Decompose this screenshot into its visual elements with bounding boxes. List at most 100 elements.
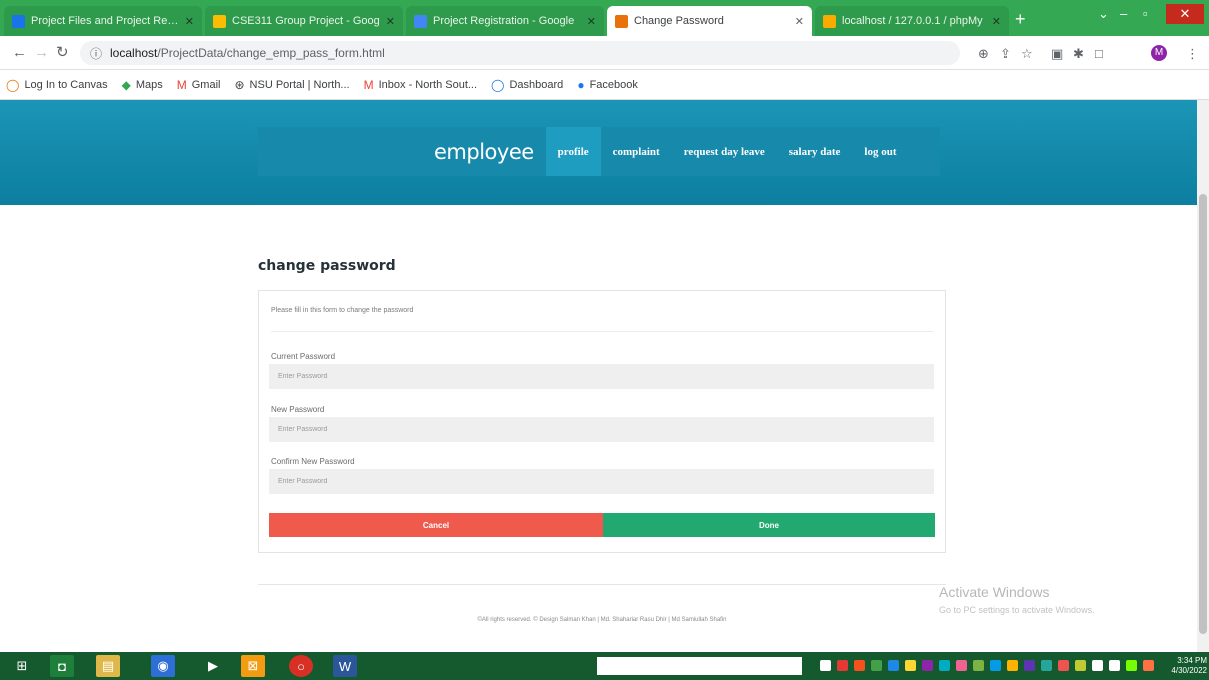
new-tab-button[interactable]: + (1015, 9, 1026, 29)
opera-app-icon[interactable]: ○ (289, 655, 313, 677)
browser-toolbar: ← → ↻ ⓘ localhost/ProjectData/change_emp… (0, 36, 1209, 70)
media-player-icon[interactable]: ▶ (201, 655, 225, 677)
word-app-icon[interactable]: W (333, 655, 357, 677)
xampp-app-icon[interactable]: ⊠ (241, 655, 265, 677)
browser-tab-project-registration[interactable]: Project Registration - Google ✕ (406, 6, 604, 36)
bookmark-label: Gmail (191, 78, 221, 91)
nav-log-out[interactable]: log out (852, 127, 908, 176)
tab-title: Project Files and Project Repo (31, 15, 179, 27)
nav-salary-date[interactable]: salary date (777, 127, 853, 176)
site-info-icon[interactable]: ⓘ (90, 45, 102, 62)
tray-icon[interactable] (1007, 660, 1018, 671)
taskbar-search-box[interactable] (597, 657, 802, 675)
back-icon[interactable]: ← (12, 45, 27, 61)
bookmark-label: Facebook (589, 78, 638, 91)
close-icon[interactable]: ✕ (795, 15, 804, 28)
bookmark-label: Maps (135, 78, 163, 91)
browser-tab-project-files[interactable]: Project Files and Project Repo ✕ (4, 6, 202, 36)
bookmark-canvas[interactable]: ◯ Log In to Canvas (6, 78, 108, 92)
nav-request-day-leave[interactable]: request day leave (672, 127, 777, 176)
profile-avatar[interactable]: M (1151, 45, 1167, 61)
tray-icon[interactable] (837, 660, 848, 671)
close-icon[interactable]: ✕ (587, 15, 596, 28)
window-close-button[interactable]: ✕ (1166, 4, 1204, 24)
tray-icon[interactable] (1075, 660, 1086, 671)
notification-icon[interactable] (1143, 660, 1154, 671)
sidebar-icon[interactable]: □ (1095, 46, 1103, 61)
change-password-form: Please fill in this form to change the p… (258, 290, 946, 553)
tray-icon[interactable] (888, 660, 899, 671)
tray-icon[interactable] (956, 660, 967, 671)
wifi-icon[interactable] (1092, 660, 1103, 671)
gmail-icon: M (176, 77, 187, 92)
file-explorer-icon[interactable]: ▤ (96, 655, 120, 677)
forward-icon[interactable]: → (34, 45, 49, 61)
cancel-button[interactable]: Cancel (269, 513, 603, 537)
share-icon[interactable]: ⇪ (1000, 46, 1011, 62)
forms-favicon-icon (414, 14, 427, 28)
tray-icon[interactable] (973, 660, 984, 671)
bookmark-facebook[interactable]: ● Facebook (577, 78, 638, 92)
volume-icon[interactable] (1109, 660, 1120, 671)
address-bar[interactable]: ⓘ localhost/ProjectData/change_emp_pass_… (80, 41, 960, 65)
minimize-icon[interactable]: – (1120, 6, 1127, 21)
bookmark-label: Inbox - North Sout... (378, 78, 478, 91)
scrollbar-thumb[interactable] (1199, 194, 1207, 634)
current-password-input[interactable] (269, 364, 934, 389)
circle-icon: ◯ (6, 77, 20, 92)
start-windows-icon[interactable]: ⊞ (10, 655, 34, 677)
tray-icon[interactable] (1058, 660, 1069, 671)
maximize-icon[interactable]: ▫ (1143, 6, 1148, 21)
bookmark-inbox[interactable]: M Inbox - North Sout... (364, 78, 477, 92)
extensions-puzzle-icon[interactable]: ✱ (1073, 46, 1084, 62)
store-app-icon[interactable]: ◘ (50, 655, 74, 677)
activate-windows-title: Activate Windows (939, 584, 1050, 600)
zoom-icon[interactable]: ⊕ (978, 46, 989, 62)
reload-icon[interactable]: ↻ (56, 45, 69, 61)
page-scrollbar[interactable] (1197, 100, 1209, 652)
facebook-icon: ● (577, 77, 585, 92)
tray-icon[interactable] (854, 660, 865, 671)
close-icon[interactable]: ✕ (185, 15, 194, 28)
taskbar-clock[interactable]: 3:34 PM 4/30/2022 (1163, 656, 1207, 676)
tray-icon[interactable] (820, 660, 831, 671)
footer-copyright: ©All rights reserved. © Design Salman Kh… (477, 617, 727, 623)
tab-search-icon[interactable]: ⌄ (1098, 6, 1109, 22)
site-brand[interactable]: employee (434, 140, 534, 164)
current-password-label: Current Password (271, 352, 336, 361)
new-password-input[interactable] (269, 417, 934, 442)
clock-time: 3:34 PM (1177, 656, 1207, 665)
tray-icon[interactable] (1024, 660, 1035, 671)
browser-tab-phpmyadmin[interactable]: localhost / 127.0.0.1 / phpMy ✕ (815, 6, 1009, 36)
tray-icon[interactable] (871, 660, 882, 671)
bookmark-nsu-portal[interactable]: ⊛ NSU Portal | North... (234, 78, 349, 92)
tray-icon[interactable] (922, 660, 933, 671)
battery-icon[interactable] (1126, 660, 1137, 671)
extension-icon[interactable]: ▣ (1051, 46, 1063, 62)
tray-icon[interactable] (1041, 660, 1052, 671)
bookmark-star-icon[interactable]: ☆ (1021, 46, 1033, 62)
bookmarks-bar: ◯ Log In to Canvas ◆ Maps M Gmail ⊛ NSU Port… (0, 70, 1209, 100)
browser-tab-strip: Project Files and Project Repo ✕ CSE311 … (0, 0, 1209, 36)
tray-icon[interactable] (990, 660, 1001, 671)
done-button[interactable]: Done (603, 513, 935, 537)
close-icon[interactable]: ✕ (992, 15, 1001, 28)
footer-divider (258, 584, 946, 585)
site-header: employee profile complaint request day l… (0, 100, 1197, 205)
tray-icon[interactable] (939, 660, 950, 671)
bookmark-maps[interactable]: ◆ Maps (122, 78, 163, 92)
bookmark-dashboard[interactable]: ◯ Dashboard (491, 78, 563, 92)
chrome-app-icon[interactable]: ◉ (151, 655, 175, 677)
bookmark-gmail[interactable]: M Gmail (177, 78, 221, 92)
confirm-password-input[interactable] (269, 469, 934, 494)
browser-tab-cse311[interactable]: CSE311 Group Project - Goog ✕ (205, 6, 403, 36)
nav-complaint[interactable]: complaint (601, 127, 672, 176)
close-icon[interactable]: ✕ (386, 15, 395, 28)
tray-icon[interactable] (905, 660, 916, 671)
browser-tab-change-password[interactable]: Change Password ✕ (607, 6, 812, 36)
nav-profile[interactable]: profile (545, 127, 601, 176)
bookmark-label: NSU Portal | North... (249, 78, 350, 91)
menu-icon[interactable]: ⋮ (1186, 46, 1199, 62)
form-intro: Please fill in this form to change the p… (271, 307, 414, 314)
classroom-favicon-icon (213, 14, 226, 28)
